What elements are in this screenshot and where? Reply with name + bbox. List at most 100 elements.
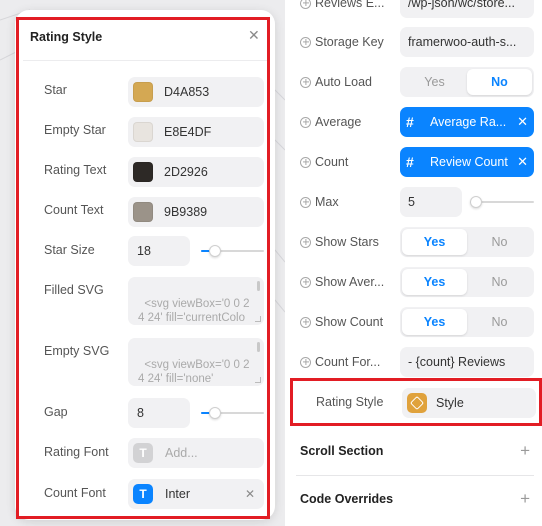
row-label: Show Count (315, 315, 384, 329)
color-hex: D4A853 (164, 85, 210, 99)
empty-svg-textarea[interactable]: <svg viewBox='0 0 24 24' fill='none' (128, 338, 264, 386)
color-swatch[interactable] (133, 162, 153, 182)
row-label: Auto Load (315, 75, 372, 89)
show-stars-toggle[interactable]: Yes No (400, 227, 534, 257)
style-icon (407, 393, 427, 413)
add-icon[interactable]: + (520, 441, 530, 461)
section-title: Code Overrides (300, 492, 394, 506)
show-average-toggle[interactable]: Yes No (400, 267, 534, 297)
toggle-option-yes[interactable]: Yes (402, 269, 467, 295)
star-size-input[interactable]: 18 (128, 236, 190, 266)
popover-divider (23, 60, 267, 61)
row-count-format: Count For... - {count} Reviews (285, 346, 542, 378)
row-label: Average (315, 115, 362, 129)
reviews-endpoint-input[interactable]: /wp-json/wc/store... (400, 0, 534, 18)
count-variable-token[interactable]: # Review Count ✕ (400, 147, 534, 177)
token-label: Average Ra... (430, 115, 507, 129)
toggle-option-no[interactable]: No (467, 309, 532, 335)
color-swatch[interactable] (133, 122, 153, 142)
gap-label: Gap (44, 405, 68, 419)
scroll-section-header[interactable]: Scroll Section + (300, 441, 530, 461)
row-show-stars: Show Stars Yes No (285, 226, 542, 258)
row-label: Max (315, 195, 339, 209)
toggle-option-yes[interactable]: Yes (402, 69, 467, 95)
rating-text-label: Rating Text (44, 163, 107, 177)
hash-icon: # (406, 154, 414, 170)
add-icon[interactable] (300, 36, 311, 48)
rating-style-value: Style (436, 396, 464, 410)
toggle-option-no[interactable]: No (467, 229, 532, 255)
color-hex: 2D2926 (164, 165, 208, 179)
gap-input[interactable]: 8 (128, 398, 190, 428)
count-format-input[interactable]: - {count} Reviews (400, 347, 534, 377)
row-label: Count For... (315, 355, 381, 369)
toggle-option-yes[interactable]: Yes (402, 309, 467, 335)
resize-handle[interactable] (255, 316, 261, 322)
rating-text-color-field[interactable]: 2D2926 (128, 157, 264, 187)
rating-font-picker[interactable]: T Add... (128, 438, 264, 468)
add-icon[interactable] (300, 276, 311, 288)
add-icon[interactable] (300, 0, 311, 9)
textarea-placeholder: <svg viewBox='0 0 24 24' fill='currentCo… (138, 298, 250, 324)
add-icon[interactable]: + (520, 489, 530, 509)
color-swatch[interactable] (133, 82, 153, 102)
add-icon[interactable] (300, 236, 311, 248)
remove-icon[interactable]: ✕ (516, 114, 528, 130)
add-icon[interactable] (300, 196, 311, 208)
add-icon[interactable] (300, 316, 311, 328)
hash-icon: # (406, 114, 414, 130)
max-number-input[interactable]: 5 (400, 187, 462, 217)
scrollbar[interactable] (257, 342, 260, 352)
count-text-color-field[interactable]: 9B9389 (128, 197, 264, 227)
row-reviews-endpoint: Reviews E... /wp-json/wc/store... (285, 0, 542, 19)
add-icon[interactable] (300, 116, 311, 128)
toggle-option-yes[interactable]: Yes (402, 229, 467, 255)
font-placeholder: Add... (165, 446, 198, 460)
show-count-toggle[interactable]: Yes No (400, 307, 534, 337)
storage-key-input[interactable]: framerwoo-auth-s... (400, 27, 534, 57)
add-icon[interactable] (300, 156, 311, 168)
clear-icon[interactable]: ✕ (245, 487, 255, 501)
toggle-option-no[interactable]: No (467, 69, 532, 95)
row-label: Show Aver... (315, 275, 385, 289)
remove-icon[interactable]: ✕ (516, 154, 528, 170)
star-size-slider[interactable] (201, 236, 264, 266)
close-icon[interactable]: ✕ (248, 27, 260, 44)
max-slider[interactable] (470, 187, 534, 217)
slider-knob[interactable] (209, 407, 221, 419)
token-label: Review Count (430, 155, 508, 169)
color-swatch[interactable] (133, 202, 153, 222)
scrollbar[interactable] (257, 281, 260, 291)
count-font-picker[interactable]: T Inter ✕ (128, 479, 264, 509)
section-divider (296, 475, 534, 476)
slider-knob[interactable] (470, 196, 482, 208)
rating-style-row: Rating Style Style (290, 378, 542, 426)
count-text-label: Count Text (44, 203, 104, 217)
filled-svg-textarea[interactable]: <svg viewBox='0 0 24 24' fill='currentCo… (128, 277, 264, 325)
rating-style-button[interactable]: Style (402, 388, 536, 418)
resize-handle[interactable] (255, 377, 261, 383)
empty-star-color-field[interactable]: E8E4DF (128, 117, 264, 147)
row-show-count: Show Count Yes No (285, 306, 542, 338)
row-auto-load: Auto Load Yes No (285, 66, 542, 98)
slider-knob[interactable] (209, 245, 221, 257)
add-icon[interactable] (300, 356, 311, 368)
row-show-average: Show Aver... Yes No (285, 266, 542, 298)
auto-load-toggle[interactable]: Yes No (400, 67, 534, 97)
row-label: Count (315, 155, 349, 169)
rating-font-label: Rating Font (44, 445, 109, 459)
row-label: Show Stars (315, 235, 379, 249)
empty-svg-label: Empty SVG (44, 344, 110, 358)
add-icon[interactable] (300, 76, 311, 88)
star-color-field[interactable]: D4A853 (128, 77, 264, 107)
star-size-label: Star Size (44, 243, 95, 257)
row-storage-key: Storage Key framerwoo-auth-s... (285, 26, 542, 58)
filled-svg-label: Filled SVG (44, 283, 104, 297)
toggle-option-no[interactable]: No (467, 269, 532, 295)
code-overrides-header[interactable]: Code Overrides + (300, 489, 530, 509)
gap-slider[interactable] (201, 398, 264, 428)
color-hex: E8E4DF (164, 125, 212, 139)
average-variable-token[interactable]: # Average Ra... ✕ (400, 107, 534, 137)
text-icon: T (133, 443, 153, 463)
row-label: Rating Style (316, 395, 384, 409)
